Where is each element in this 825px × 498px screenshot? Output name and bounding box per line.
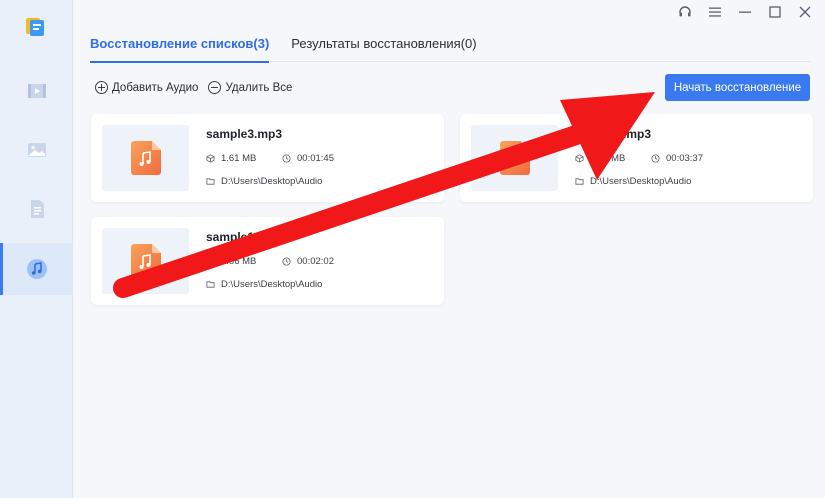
file-name: sample3.mp3 xyxy=(206,127,283,141)
file-path-value: D:\Users\Desktop\Audio xyxy=(221,176,323,187)
file-path: D:\Users\Desktop\Audio xyxy=(206,279,322,290)
file-name: sample1.mp3 xyxy=(206,230,283,244)
sidebar-item-photo[interactable] xyxy=(0,124,73,176)
cube-icon xyxy=(206,154,215,163)
file-duration-value: 00:01:45 xyxy=(297,153,334,164)
tab-recovery-list[interactable]: Восстановление списков(3) xyxy=(90,34,270,63)
file-size-value: 1.61 MB xyxy=(221,153,257,164)
video-icon xyxy=(27,84,46,98)
file-duration: 00:01:45 xyxy=(282,153,334,164)
folder-icon xyxy=(575,178,584,185)
file-duration-value: 00:03:37 xyxy=(666,153,703,164)
file-size: 3.32 MB xyxy=(575,153,625,164)
app-logo-icon xyxy=(26,18,44,36)
remove-all-label: Удалить Все xyxy=(225,81,293,94)
sidebar-item-document[interactable] xyxy=(0,183,73,235)
file-size-value: 1.86 MB xyxy=(221,256,257,267)
add-audio-label: Добавить Аудио xyxy=(112,81,199,94)
file-size: 1.86 MB xyxy=(206,256,256,267)
sidebar-item-video[interactable] xyxy=(0,65,73,117)
sidebar xyxy=(0,0,73,498)
file-name: sample2.mp3 xyxy=(575,127,652,141)
start-recovery-button[interactable]: Начать восстановление xyxy=(665,74,810,101)
tab-recovery-results[interactable]: Результаты восстановления(0) xyxy=(291,34,476,62)
audio-file-icon xyxy=(499,141,530,175)
minimize-icon[interactable] xyxy=(737,4,753,20)
audio-file-icon xyxy=(130,141,161,175)
audio-thumbnail xyxy=(102,125,189,191)
file-path-value: D:\Users\Desktop\Audio xyxy=(590,176,692,187)
clock-icon xyxy=(282,154,291,163)
file-size-value: 3.32 MB xyxy=(590,153,626,164)
menu-icon[interactable] xyxy=(707,4,723,20)
cube-icon xyxy=(206,257,215,266)
clock-icon xyxy=(282,257,291,266)
audio-thumbnail xyxy=(102,228,189,294)
main-panel: Восстановление списков(3) Результаты вос… xyxy=(74,0,825,498)
file-duration-value: 00:02:02 xyxy=(297,256,334,267)
file-card[interactable]: sample1.mp3 1.86 MB 00:02:02 D:\Users\De… xyxy=(91,217,444,305)
document-icon xyxy=(30,200,44,218)
audio-file-icon xyxy=(130,244,161,278)
file-duration: 00:02:02 xyxy=(282,256,334,267)
window-controls xyxy=(677,4,813,20)
plus-circle-icon xyxy=(95,81,108,94)
file-card[interactable]: sample3.mp3 1.61 MB 00:01:45 D:\Users\De… xyxy=(91,114,444,202)
toolbar: Добавить Аудио Удалить Все xyxy=(95,81,292,94)
file-path: D:\Users\Desktop\Audio xyxy=(575,176,691,187)
music-note-icon xyxy=(26,259,47,279)
close-icon[interactable] xyxy=(797,4,813,20)
tab-bar: Восстановление списков(3) Результаты вос… xyxy=(90,34,811,63)
folder-icon xyxy=(206,178,215,185)
app-window: Восстановление списков(3) Результаты вос… xyxy=(0,0,825,498)
sidebar-item-audio[interactable] xyxy=(0,243,73,295)
headset-icon[interactable] xyxy=(677,4,693,20)
file-path: D:\Users\Desktop\Audio xyxy=(206,176,322,187)
file-card[interactable]: sample2.mp3 3.32 MB 00:03:37 D:\Users\De… xyxy=(460,114,813,202)
photo-icon xyxy=(27,143,46,157)
file-size: 1.61 MB xyxy=(206,153,256,164)
clock-icon xyxy=(651,154,660,163)
maximize-icon[interactable] xyxy=(767,4,783,20)
cube-icon xyxy=(575,154,584,163)
folder-icon xyxy=(206,281,215,288)
remove-all-button[interactable]: Удалить Все xyxy=(208,81,292,94)
audio-thumbnail xyxy=(471,125,558,191)
add-audio-button[interactable]: Добавить Аудио xyxy=(95,81,198,94)
minus-circle-icon xyxy=(208,81,222,94)
file-path-value: D:\Users\Desktop\Audio xyxy=(221,279,323,290)
file-duration: 00:03:37 xyxy=(651,153,703,164)
